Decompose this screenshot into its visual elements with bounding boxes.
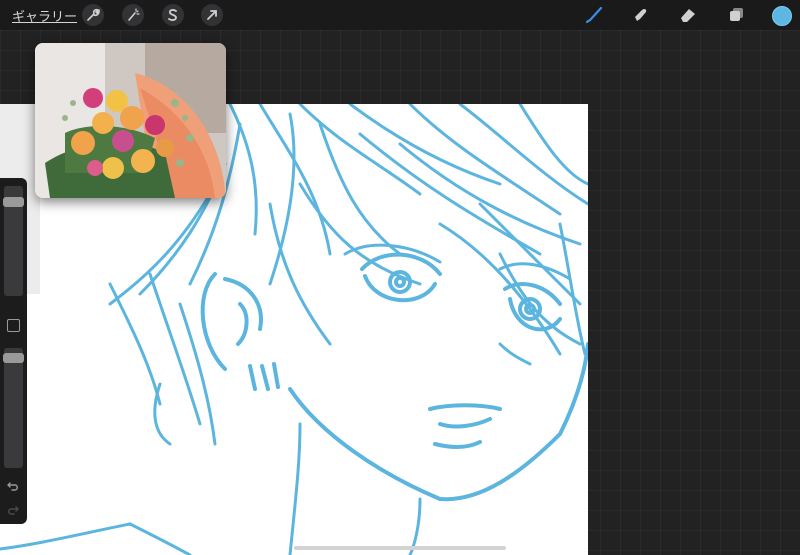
selection-button[interactable] bbox=[162, 4, 184, 26]
layers-button[interactable] bbox=[725, 4, 747, 26]
modify-button[interactable] bbox=[7, 319, 20, 332]
brush-icon bbox=[585, 6, 603, 24]
brush-tool-button[interactable] bbox=[583, 4, 605, 26]
actions-button[interactable] bbox=[82, 4, 104, 26]
side-toolbar bbox=[0, 178, 27, 524]
layers-icon bbox=[730, 8, 743, 21]
arrow-cursor-icon bbox=[207, 10, 217, 20]
transform-button[interactable] bbox=[201, 4, 223, 26]
redo-icon bbox=[8, 506, 19, 515]
redo-button[interactable] bbox=[6, 502, 22, 518]
magic-wand-icon bbox=[128, 8, 140, 21]
adjustments-button[interactable] bbox=[122, 4, 144, 26]
brush-size-handle[interactable] bbox=[3, 197, 24, 207]
smudge-icon bbox=[635, 8, 647, 21]
eraser-icon bbox=[681, 9, 695, 22]
undo-button[interactable] bbox=[6, 478, 22, 494]
color-picker-button[interactable] bbox=[772, 6, 792, 26]
wrench-icon bbox=[87, 8, 100, 21]
selection-s-icon bbox=[168, 9, 177, 21]
reference-image-window[interactable] bbox=[35, 43, 226, 198]
gallery-button[interactable]: ギャラリー bbox=[12, 6, 77, 25]
opacity-slider[interactable] bbox=[4, 348, 23, 468]
eraser-tool-button[interactable] bbox=[677, 4, 699, 26]
undo-icon bbox=[7, 482, 18, 491]
smudge-tool-button[interactable] bbox=[630, 4, 652, 26]
top-toolbar: ギャラリー bbox=[0, 0, 800, 30]
opacity-handle[interactable] bbox=[3, 353, 24, 363]
home-indicator[interactable] bbox=[294, 546, 506, 550]
flower-bouquet-image bbox=[35, 43, 226, 198]
